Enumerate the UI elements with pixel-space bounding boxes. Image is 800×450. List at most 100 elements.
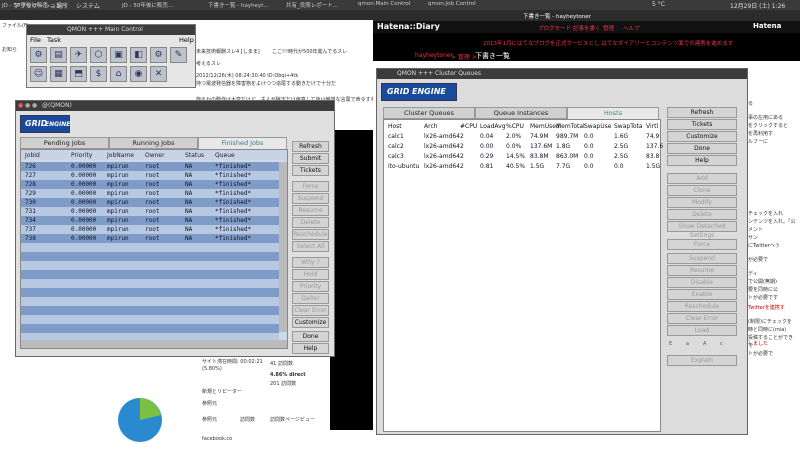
menu-help[interactable]: Help <box>179 36 194 44</box>
hatena-link-blog[interactable]: ブログモード <box>538 24 571 32</box>
menu-system[interactable]: システム <box>76 1 100 10</box>
minimize-icon[interactable]: ● <box>25 102 30 109</box>
main-control-titlebar[interactable]: QMON +++ Main Control <box>27 25 195 35</box>
hatena-logo[interactable]: Hatena <box>753 22 781 30</box>
table-row[interactable]: 728 0.00000 mpirun root NA *finished* <box>21 180 279 189</box>
host-row[interactable]: calc3 lx26-amd64 2 0.29 14.5% 83.8M 863.0M 0.0 2… <box>384 152 660 161</box>
submit-job-icon[interactable]: ✈ <box>70 47 87 63</box>
cluster-queues-titlebar[interactable]: QMON +++ Cluster Queues <box>377 69 747 79</box>
queue-control-icon[interactable]: ▤ <box>50 47 67 63</box>
complex-config-icon[interactable]: ⬡ <box>90 47 107 63</box>
host-config-icon[interactable]: ▣ <box>110 47 127 63</box>
column-header-swaptota[interactable]: SwapTota <box>614 123 643 130</box>
maximize-icon[interactable]: ● <box>32 102 37 109</box>
explain-toggle[interactable]: a <box>686 341 689 347</box>
explain-toggle[interactable]: c <box>720 341 723 347</box>
host-row[interactable]: calc2 lx26-amd64 2 0.00 0.0% 137.6M 1.8G 0.0 2.5… <box>384 142 663 151</box>
host-row[interactable]: calc1 lx26-amd64 2 0.04 2.0% 74.9M 989.7M 0.0 1.… <box>384 132 660 141</box>
jobs-hscroll[interactable] <box>21 340 287 348</box>
thread-title-2[interactable]: ここ!!!時代が500年進んでるスレ <box>272 48 347 55</box>
explain-toggle[interactable]: E <box>669 341 672 347</box>
scheduler-config-icon[interactable]: ⚙ <box>150 47 167 63</box>
ticket-overview-icon[interactable]: $ <box>90 66 107 82</box>
taskbar-item[interactable]: 共有_良照レポート... <box>286 1 351 10</box>
job-control-titlebar[interactable]: ● ● ● @(QMON) <box>16 101 334 111</box>
calendar-config-icon[interactable]: ✎ <box>170 47 187 63</box>
hatena-link-write[interactable]: 記事を書く <box>573 24 601 32</box>
hatena-brand[interactable]: Hatena::Diary <box>377 22 440 31</box>
taskbar-item[interactable]: qmon:Main Control <box>358 1 423 10</box>
customize-button[interactable]: Customize <box>292 317 329 328</box>
browser-icon[interactable]: ◉ <box>130 66 147 82</box>
hatena-tab[interactable]: 下書き一覧 - hayheytoner <box>523 12 643 21</box>
ref-row[interactable]: facebook.co <box>202 436 232 442</box>
column-header-jobid[interactable]: JobId <box>25 152 40 159</box>
cluster-config-icon[interactable]: ◧ <box>130 47 147 63</box>
tickets-button[interactable]: Tickets <box>667 119 737 130</box>
hatena-link-admin[interactable]: 管理 <box>603 24 614 32</box>
column-header-owner[interactable]: Owner <box>145 152 165 159</box>
column-header-jobname[interactable]: JobName <box>107 152 134 159</box>
close-icon[interactable]: ● <box>18 102 23 109</box>
jobs-vscroll[interactable] <box>279 162 287 332</box>
table-row[interactable]: 737 0.00000 mpirun root NA *finished* <box>21 225 279 234</box>
hatena-link-help[interactable]: ヘルプ <box>623 24 640 32</box>
help-button[interactable]: Help <box>292 343 329 354</box>
column-header-loadavg[interactable]: LoadAvg <box>480 123 506 130</box>
job-control-icon[interactable]: ⚙ <box>30 47 47 63</box>
table-row[interactable]: 734 0.00000 mpirun root NA *finished* <box>21 216 279 225</box>
tab-running-jobs[interactable]: Running Jobs <box>109 137 198 149</box>
column-header-priority[interactable]: Priority <box>71 152 92 159</box>
column-header-memtotal[interactable]: MemTotal <box>556 123 585 130</box>
taskbar-item[interactable]: JD - 50年後に販売... <box>2 1 57 10</box>
table-row[interactable]: 738 0.00000 mpirun root NA *finished* <box>21 234 279 243</box>
checkpoint-config-icon[interactable]: ⬒ <box>70 66 87 82</box>
user-config-icon[interactable]: ☺ <box>30 66 47 82</box>
taskbar-item[interactable]: JD - 50年後に販売... <box>122 1 202 10</box>
done-button[interactable]: Done <box>667 143 737 154</box>
pe-config-icon[interactable]: ▦ <box>50 66 67 82</box>
host-row[interactable]: ito-ubuntu lx26-amd64 2 0.81 40.5% 1.5G 7.7G 0.… <box>384 162 660 171</box>
exit-icon[interactable]: ✕ <box>150 66 167 82</box>
thread-title[interactable]: 未来技術報酬スレ4 [しまま] <box>196 48 260 55</box>
refresh-button[interactable]: Refresh <box>667 107 737 118</box>
explain-toggle[interactable]: A <box>703 341 706 347</box>
submit-button[interactable]: Submit <box>292 153 329 164</box>
table-row[interactable]: 726 0.00000 mpirun root NA *finished* <box>21 162 279 171</box>
table-row[interactable]: 729 0.00000 mpirun root NA *finished* <box>21 189 279 198</box>
column-header-virtl[interactable]: Virtl <box>646 123 658 130</box>
column-header-cpu[interactable]: #CPU <box>460 123 477 130</box>
menu-places[interactable]: 場所 <box>56 1 68 10</box>
table-cell: 0.00000 <box>71 190 97 197</box>
menu-task[interactable]: Task <box>47 36 61 44</box>
customize-button[interactable]: Customize <box>667 131 737 142</box>
tab-queue-instances[interactable]: Queue Instances <box>475 107 567 119</box>
clock[interactable]: 12月29日 (土) 1:26 <box>730 1 785 10</box>
hatena-link[interactable]: しました <box>748 340 768 347</box>
table-row[interactable]: 730 0.00000 mpirun root NA *finished* <box>21 198 279 207</box>
taskbar-item[interactable]: qmon:Job Control <box>428 1 498 10</box>
file-menu[interactable]: ファイル(F) <box>2 22 29 29</box>
hatena-link[interactable]: Twitterを連携す <box>748 304 785 311</box>
column-header-host[interactable]: Host <box>388 123 402 130</box>
column-header-swapuse[interactable]: SwapUse <box>584 123 611 130</box>
column-header-status[interactable]: Status <box>185 152 204 159</box>
menu-file[interactable]: File <box>30 36 41 44</box>
done-button[interactable]: Done <box>292 331 329 342</box>
help-button[interactable]: Help <box>667 155 737 166</box>
refresh-button[interactable]: Refresh <box>292 141 329 152</box>
breadcrumb-user[interactable]: hayheytoner <box>415 52 453 59</box>
column-header-arch[interactable]: Arch <box>424 123 438 130</box>
tab-cluster-queues[interactable]: Cluster Queues <box>383 107 475 119</box>
taskbar-item[interactable]: 下書き一覧 - hayheyt... <box>208 1 278 10</box>
tab-finished-jobs[interactable]: Finished Jobs <box>198 137 287 149</box>
tab-hosts[interactable]: Hosts <box>567 107 659 119</box>
hatena-announce[interactable]: 2013年1月にはてなブログを正式サービスとし はてなダイアリーとコンテンツ面で… <box>483 39 733 47</box>
table-row[interactable]: 731 0.00000 mpirun root NA *finished* <box>21 207 279 216</box>
tab-pending-jobs[interactable]: Pending Jobs <box>20 137 109 149</box>
table-row[interactable]: 727 0.00000 mpirun root NA *finished* <box>21 171 279 180</box>
column-header-cpu[interactable]: %CPU <box>506 123 524 130</box>
project-config-icon[interactable]: ⌂ <box>110 66 127 82</box>
column-header-queue[interactable]: Queue <box>215 152 235 159</box>
tickets-button[interactable]: Tickets <box>292 165 329 176</box>
